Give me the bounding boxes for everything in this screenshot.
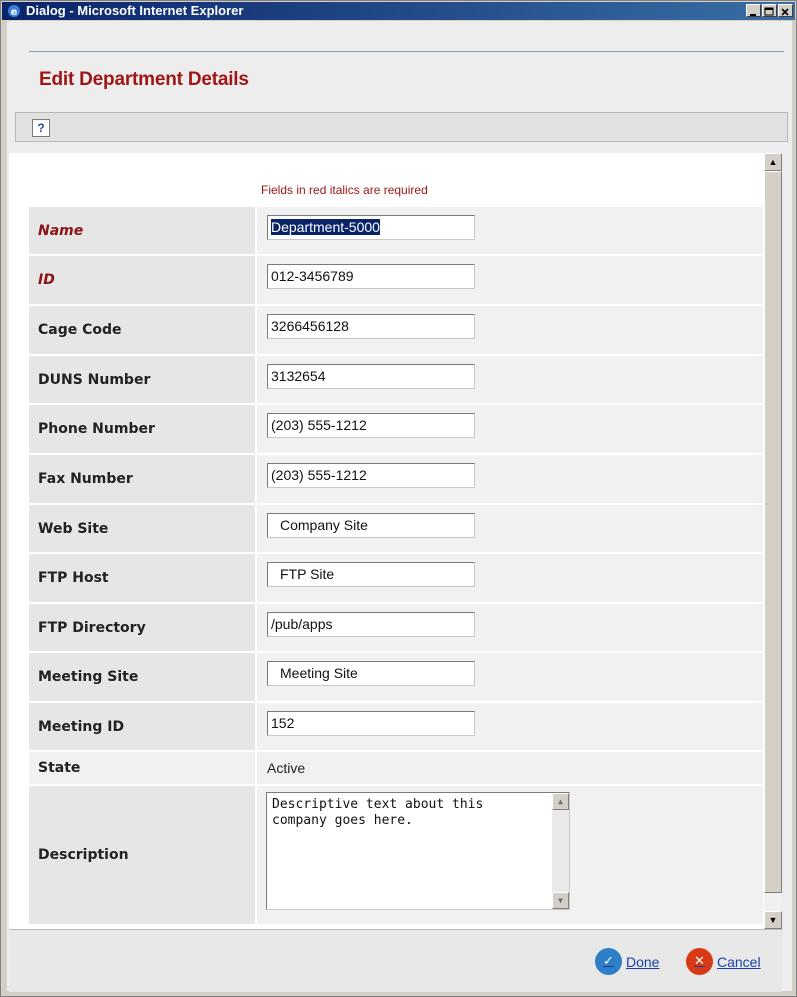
help-button[interactable]: ? xyxy=(32,119,50,137)
form-row-meeting-id: Meeting ID 152 xyxy=(29,703,763,752)
help-icon: ? xyxy=(37,121,45,135)
form-row-cage-code: Cage Code 3266456128 xyxy=(29,306,763,356)
scroll-up-icon[interactable]: ▲ xyxy=(552,793,569,810)
duns-number-field[interactable]: 3132654 xyxy=(267,364,475,389)
cancel-label: Cancel xyxy=(717,953,761,970)
form-row-state: State Active xyxy=(29,752,763,786)
textarea-scrollbar[interactable]: ▲ ▼ xyxy=(552,793,569,909)
meeting-id-field[interactable]: 152 xyxy=(267,711,475,736)
form-label-cell: Meeting ID xyxy=(29,703,255,752)
page-title: Edit Department Details xyxy=(39,69,249,90)
name-field[interactable]: Department-5000 xyxy=(267,215,475,240)
form-value-cell: Active xyxy=(257,752,763,786)
field-label-duns-number: DUNS Number xyxy=(38,371,151,388)
form-area: Fields in red italics are required Name … xyxy=(9,153,775,929)
check-circle-icon: ✓ xyxy=(595,948,622,975)
form-label-cell: Meeting Site xyxy=(29,653,255,703)
field-label-fax-number: Fax Number xyxy=(38,471,133,487)
page-scrollbar[interactable]: ▲ ▼ xyxy=(764,153,782,929)
phone-number-field[interactable]: (203) 555-1212 xyxy=(267,413,475,438)
done-label: Done xyxy=(626,953,660,970)
required-note: Fields in red italics are required xyxy=(261,183,428,197)
description-textarea[interactable]: Descriptive text about this company goes… xyxy=(266,792,570,910)
ftp-host-field[interactable]: FTP Site xyxy=(267,562,475,587)
field-label-ftp-host: FTP Host xyxy=(38,570,109,586)
form-label-cell: ID xyxy=(29,256,255,306)
form-label-cell: FTP Directory xyxy=(29,604,255,653)
cancel-button[interactable]: ✕ Cancel xyxy=(686,948,761,975)
field-label-cage-code: Cage Code xyxy=(38,322,122,338)
form-label-cell: Phone Number xyxy=(29,405,255,455)
id-field[interactable]: 012-3456789 xyxy=(267,264,475,289)
form-value-cell: Meeting Site xyxy=(257,653,763,703)
form-value-cell: (203) 555-1212 xyxy=(257,455,763,505)
form-label-cell: Web Site xyxy=(29,505,255,554)
scroll-thumb[interactable] xyxy=(764,171,782,893)
field-label-id: ID xyxy=(38,272,55,288)
dialog-footer: ✓ Done ✕ Cancel xyxy=(9,929,782,992)
form-value-cell: Company Site xyxy=(257,505,763,554)
field-label-name: Name xyxy=(38,222,84,239)
field-label-ftp-directory: FTP Directory xyxy=(38,619,146,636)
form-row-description: Description Descriptive text about this … xyxy=(29,786,763,926)
state-value: Active xyxy=(267,760,306,776)
form-value-cell: 3132654 xyxy=(257,356,763,405)
scroll-down-icon[interactable]: ▼ xyxy=(764,911,782,929)
close-button[interactable] xyxy=(778,4,793,17)
fax-number-field[interactable]: (203) 555-1212 xyxy=(267,463,475,488)
form-row-web-site: Web Site Company Site xyxy=(29,505,763,554)
form-value-cell: Descriptive text about this company goes… xyxy=(257,786,763,926)
field-label-meeting-id: Meeting ID xyxy=(38,718,125,735)
form-label-cell: Cage Code xyxy=(29,306,255,356)
form-value-cell: 152 xyxy=(257,703,763,752)
ie-logo-icon: e xyxy=(8,5,20,18)
form-value-cell: (203) 555-1212 xyxy=(257,405,763,455)
field-label-phone-number: Phone Number xyxy=(38,421,155,437)
scroll-up-icon[interactable]: ▲ xyxy=(764,153,782,171)
form-value-cell: FTP Site xyxy=(257,554,763,604)
form-row-id: ID 012-3456789 xyxy=(29,256,763,306)
minimize-button[interactable] xyxy=(746,4,761,17)
title-bar[interactable]: e Dialog - Microsoft Internet Explorer xyxy=(2,2,795,20)
done-button[interactable]: ✓ Done xyxy=(595,948,659,975)
header-divider xyxy=(29,51,784,52)
field-label-web-site: Web Site xyxy=(38,520,109,537)
form-row-ftp-host: FTP Host FTP Site xyxy=(29,554,763,604)
meeting-site-field[interactable]: Meeting Site xyxy=(267,661,475,686)
form-label-cell: Fax Number xyxy=(29,455,255,505)
web-site-field[interactable]: Company Site xyxy=(267,513,475,538)
maximize-button[interactable] xyxy=(762,4,777,17)
x-circle-icon: ✕ xyxy=(686,948,713,975)
field-label-description: Description xyxy=(38,847,129,863)
field-label-state: State xyxy=(38,760,81,776)
form-value-cell: Department-5000 xyxy=(257,207,763,256)
form-label-cell: State xyxy=(29,752,255,786)
scroll-down-icon[interactable]: ▼ xyxy=(552,892,569,909)
minimize-icon xyxy=(750,14,756,16)
form-row-fax-number: Fax Number (203) 555-1212 xyxy=(29,455,763,505)
form-label-cell: FTP Host xyxy=(29,554,255,604)
form-row-phone-number: Phone Number (203) 555-1212 xyxy=(29,405,763,455)
form-value-cell: 012-3456789 xyxy=(257,256,763,306)
toolbar xyxy=(15,112,788,142)
cage-code-field[interactable]: 3266456128 xyxy=(267,314,475,339)
maximize-icon xyxy=(764,7,774,16)
field-label-meeting-site: Meeting Site xyxy=(38,669,139,685)
description-text: Descriptive text about this company goes… xyxy=(272,797,484,828)
form-label-cell: Name xyxy=(29,207,255,256)
form-row-name: Name Department-5000 xyxy=(29,207,763,256)
form-value-cell: 3266456128 xyxy=(257,306,763,356)
form-row-duns-number: DUNS Number 3132654 xyxy=(29,356,763,405)
form-value-cell: /pub/apps xyxy=(257,604,763,653)
form-label-cell: DUNS Number xyxy=(29,356,255,405)
form-label-cell: Description xyxy=(29,786,255,926)
svg-text:e: e xyxy=(11,7,18,18)
dialog-window: e Dialog - Microsoft Internet Explorer E… xyxy=(0,0,797,997)
ftp-directory-field[interactable]: /pub/apps xyxy=(267,612,475,637)
form-row-ftp-directory: FTP Directory /pub/apps xyxy=(29,604,763,653)
form-row-meeting-site: Meeting Site Meeting Site xyxy=(29,653,763,703)
close-icon xyxy=(781,8,789,16)
window-title: Dialog - Microsoft Internet Explorer xyxy=(26,3,244,18)
